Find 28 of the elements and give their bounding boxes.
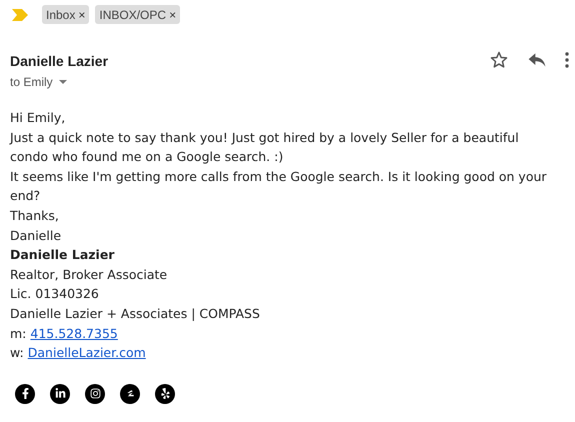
instagram-icon[interactable]: [85, 384, 105, 404]
remove-label-button[interactable]: ×: [78, 6, 86, 24]
message-text: Just a quick note to say thank you! Just got hired by a lovely Seller for a beautiful condo who found me on a Google search. :): [10, 128, 520, 166]
contact-prefix: w:: [10, 344, 24, 362]
contact-link[interactable]: DanielleLazier.com: [28, 343, 146, 363]
label-name: INBOX/OPC: [99, 6, 166, 24]
message-text: It seems like I'm getting more calls from the Google search. Is it looking good on your end?: [10, 168, 548, 206]
dropdown-caret-icon: [58, 80, 67, 84]
signature-text: Danielle Lazier + Associates | COMPASS: [10, 304, 261, 323]
signature-text: Lic. 01340326: [10, 285, 100, 304]
recipient-dropdown[interactable]: to Emily: [10, 73, 108, 91]
label-name: Inbox: [46, 6, 76, 24]
sender-name: Danielle Lazier: [10, 52, 108, 70]
linkedin-icon[interactable]: [50, 384, 70, 404]
signature-text: Realtor, Broker Associate: [10, 266, 168, 284]
remove-label-button[interactable]: ×: [169, 6, 176, 24]
yelp-icon[interactable]: [155, 384, 175, 404]
message-text: Hi Emily,: [10, 109, 66, 127]
message-text: Danielle: [10, 226, 62, 245]
contact-link[interactable]: 415.528.7355: [30, 324, 118, 344]
more-options-icon[interactable]: [565, 52, 569, 68]
message-text: Thanks,: [10, 206, 60, 225]
facebook-icon[interactable]: [15, 384, 35, 404]
importance-marker-icon[interactable]: [12, 8, 28, 20]
contact-prefix: m:: [10, 324, 26, 343]
reply-icon[interactable]: [527, 51, 547, 69]
star-icon[interactable]: [489, 50, 509, 70]
signature-name: Danielle Lazier: [10, 246, 116, 264]
